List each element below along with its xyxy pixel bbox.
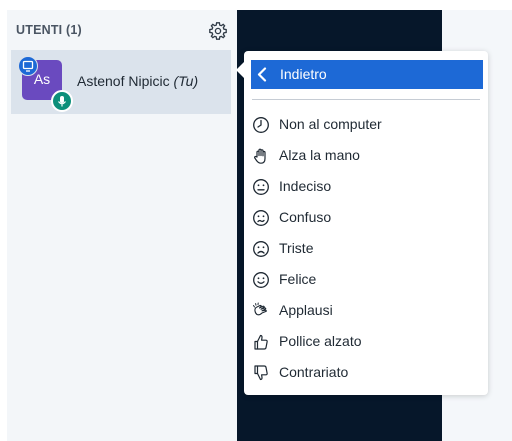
avatar: As [18,56,73,112]
menu-item-away[interactable]: Non al computer [244,111,488,139]
menu-item-confused[interactable]: Confuso [244,204,488,232]
chevron-left-icon [257,67,267,82]
user-name: Astenof Nipicic (Tu) [77,73,198,89]
raised-hand-icon [254,148,266,164]
microphone-icon [51,90,73,112]
menu-divider [252,99,480,100]
neutral-face-icon [253,179,269,195]
users-panel: UTENTI (1) As Astenof Nipicic (Tu) [7,10,237,441]
back-button[interactable]: Indietro [251,60,483,89]
menu-item-label: Non al computer [279,116,382,132]
menu-item-label: Contrariato [279,364,349,380]
status-menu: Indietro Non al computer Alza la mano In… [236,51,488,395]
menu-item-happy[interactable]: Felice [244,266,488,294]
menu-item-raise-hand[interactable]: Alza la mano [244,142,488,170]
users-panel-header: UTENTI (1) [7,10,237,50]
presenter-icon [18,56,38,76]
back-button-label: Indietro [280,66,327,82]
users-panel-title: UTENTI (1) [16,23,82,37]
happy-face-icon [253,272,269,288]
menu-item-label: Indeciso [279,178,332,194]
user-name-text: Astenof Nipicic [77,73,170,89]
menu-item-undecided[interactable]: Indeciso [244,173,488,201]
menu-caret [236,61,245,79]
confused-face-icon [253,210,269,226]
thumbs-down-icon [254,365,268,381]
sad-face-icon [253,241,269,257]
menu-item-label: Felice [279,271,317,287]
menu-item-sad[interactable]: Triste [244,235,488,263]
user-list-item[interactable]: As Astenof Nipicic (Tu) [11,50,231,114]
menu-item-thumbs-down[interactable]: Contrariato [244,359,488,387]
applause-icon [253,302,267,316]
menu-item-label: Triste [279,240,314,256]
menu-item-label: Alza la mano [279,147,360,163]
menu-item-applause[interactable]: Applausi [244,297,488,325]
menu-item-label: Pollice alzato [279,333,362,349]
menu-item-label: Applausi [279,302,333,318]
thumbs-up-icon [254,334,268,350]
menu-item-thumbs-up[interactable]: Pollice alzato [244,328,488,356]
clock-icon [253,117,269,133]
user-you-label: (Tu) [173,73,199,89]
menu-item-label: Confuso [279,209,332,225]
gear-icon[interactable] [208,21,228,41]
